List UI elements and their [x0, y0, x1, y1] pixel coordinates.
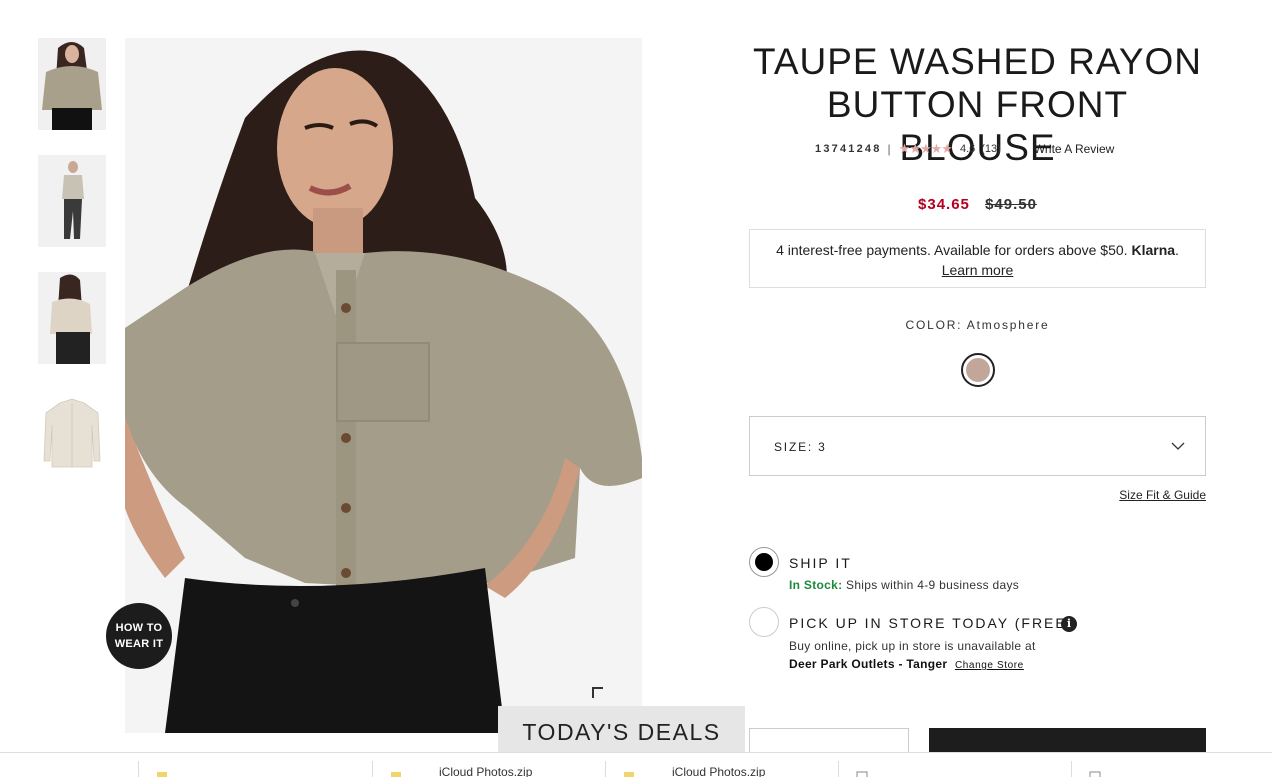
klarna-learn-more-link[interactable]: Learn more — [750, 260, 1205, 280]
zoom-corner-icon — [592, 687, 603, 698]
klarna-payment-box: 4 interest-free payments. Available for … — [749, 229, 1206, 288]
how-to-wear-it-button[interactable]: HOW TO WEAR IT — [106, 603, 172, 669]
swatch-fill — [966, 358, 990, 382]
download-item[interactable] — [1071, 761, 1272, 777]
zip-file-icon — [624, 772, 634, 777]
klarna-brand: Klarna — [1131, 242, 1176, 258]
blouse-flat-thumbnail-image — [38, 389, 106, 481]
review-count[interactable]: (13) — [981, 143, 1001, 155]
product-title-line1: TAUPE WASHED RAYON — [752, 41, 1203, 82]
info-icon[interactable]: i — [1061, 616, 1077, 632]
size-value: 3 — [818, 440, 827, 454]
ship-time-text: Ships within 4-9 business days — [846, 578, 1020, 592]
original-price: $49.50 — [985, 196, 1037, 213]
download-item[interactable] — [138, 761, 372, 777]
thumbnail-side[interactable] — [38, 272, 106, 364]
color-swatch-atmosphere[interactable] — [961, 353, 995, 387]
download-item[interactable] — [838, 761, 1071, 777]
write-review-link[interactable]: Write A Review — [1034, 142, 1114, 156]
document-file-icon — [856, 771, 868, 777]
thumbnail-front[interactable] — [38, 38, 106, 130]
size-label: SIZE: 3 — [774, 440, 827, 454]
thumbnail-flat[interactable] — [38, 389, 106, 481]
rating-stars-icon[interactable]: ★★★★★ — [899, 141, 953, 157]
product-main-image[interactable] — [125, 38, 642, 733]
pickup-store-radio[interactable] — [749, 607, 779, 637]
size-label-prefix: SIZE: — [774, 440, 814, 454]
meta-divider: | — [887, 142, 891, 156]
klarna-text: 4 interest-free payments. Available for … — [776, 242, 1128, 258]
sale-price: $34.65 — [918, 196, 970, 213]
download-bar: iCloud Photos.zip iCloud Photos.zip — [0, 752, 1272, 777]
product-info-panel: TAUPE WASHED RAYON BUTTON FRONT BLOUSE 1… — [749, 40, 1206, 671]
download-name: iCloud Photos.zip — [672, 765, 766, 777]
color-label: COLOR: Atmosphere — [749, 318, 1206, 332]
pickup-store-line: Deer Park Outlets - Tanger Change Store — [789, 657, 1024, 671]
size-select[interactable]: SIZE: 3 — [749, 416, 1206, 476]
how-to-wear-line2: WEAR IT — [114, 638, 164, 650]
ship-it-detail: In Stock: Ships within 4-9 business days — [789, 578, 1019, 592]
todays-deals-banner[interactable]: TODAY'S DEALS — [498, 706, 745, 754]
download-item[interactable]: iCloud Photos.zip — [605, 761, 838, 777]
color-label-prefix: COLOR: — [905, 318, 963, 332]
pickup-note: Buy online, pick up in store is unavaila… — [789, 639, 1036, 653]
zip-file-icon — [391, 772, 401, 777]
download-item[interactable]: iCloud Photos.zip — [372, 761, 605, 777]
document-file-icon — [1089, 771, 1101, 777]
size-fit-guide-link[interactable]: Size Fit & Guide — [1119, 488, 1206, 502]
pickup-store-name: Deer Park Outlets - Tanger — [789, 657, 948, 671]
thumbnail-full-body[interactable] — [38, 155, 106, 247]
model-full-thumbnail-image — [38, 155, 106, 247]
product-meta-row: 13741248 | ★★★★★ 4.6 (13) Write A Review — [815, 141, 1114, 157]
ship-it-radio[interactable] — [749, 547, 779, 577]
chevron-down-icon — [1171, 442, 1185, 450]
model-side-thumbnail-image — [38, 272, 106, 364]
how-to-wear-line1: HOW TO — [115, 622, 163, 634]
rating-value: 4.6 — [959, 143, 976, 155]
price-row: $34.65 $49.50 — [749, 196, 1206, 213]
color-value: Atmosphere — [966, 318, 1050, 332]
klarna-period: . — [1175, 242, 1179, 258]
ship-it-title[interactable]: SHIP IT — [789, 555, 852, 571]
model-thumbnail-image — [38, 38, 106, 130]
zip-file-icon — [157, 772, 167, 777]
in-stock-label: In Stock: — [789, 578, 843, 592]
model-wearing-blouse-image — [125, 38, 642, 733]
download-name: iCloud Photos.zip — [439, 765, 533, 777]
product-sku: 13741248 — [815, 143, 882, 155]
pickup-store-title[interactable]: PICK UP IN STORE TODAY (FREE) — [789, 615, 1073, 631]
change-store-link[interactable]: Change Store — [955, 660, 1024, 671]
